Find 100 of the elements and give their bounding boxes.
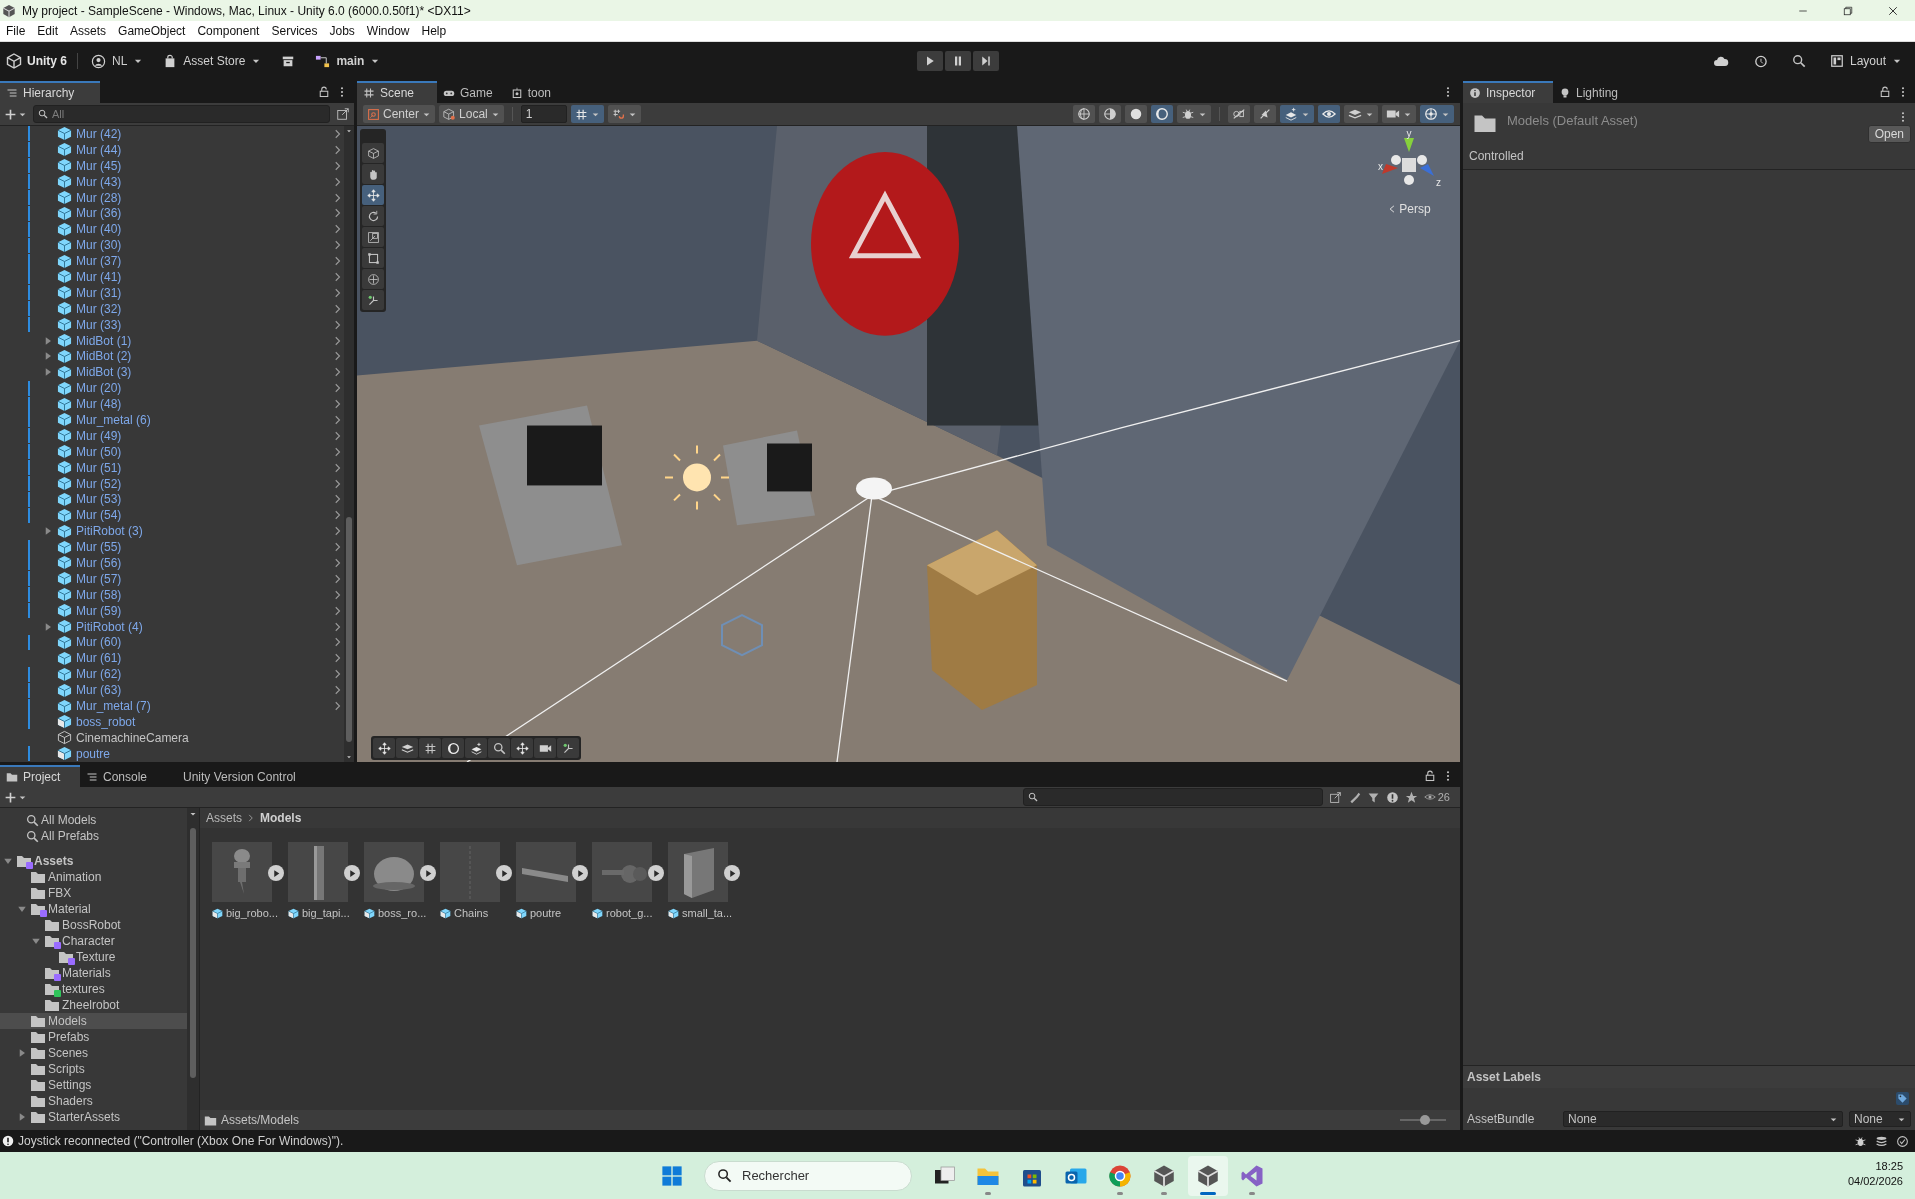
panel-tab[interactable]: Project [0,765,80,787]
asset-name[interactable]: big_robo... [226,907,278,919]
hierarchy-item[interactable]: Mur (55) [0,539,344,556]
layout-button[interactable]: Layout [1822,51,1909,71]
hierarchy-item[interactable]: Mur (32) [0,300,344,317]
hierarchy-item[interactable]: Mur (20) [0,380,344,397]
panel-tab[interactable]: Console [80,765,160,787]
hierarchy-item[interactable]: Mur_metal (7) [0,698,344,714]
search-field[interactable]: All [33,105,330,123]
variant-dropdown[interactable]: None [1849,1111,1911,1127]
folder-row[interactable]: textures [0,981,187,997]
menu-item[interactable]: Edit [31,24,65,38]
folder-row[interactable]: Models [0,1013,187,1029]
asset-bundle-dropdown[interactable]: None [1563,1111,1843,1127]
pivot-dropdown[interactable]: Center [363,105,436,123]
hierarchy-item[interactable]: Mur (50) [0,443,344,460]
breadcrumb-link[interactable]: Assets [206,811,242,825]
folder-row[interactable]: Scripts [0,1061,187,1077]
folder-row[interactable]: Character [0,933,187,949]
hierarchy-item[interactable]: Mur (37) [0,253,344,269]
hierarchy-item[interactable]: Mur (45) [0,157,344,174]
menu-item[interactable]: File [0,24,32,38]
menu-item[interactable]: Assets [64,24,113,38]
hierarchy-item[interactable]: MidBot (2) [0,348,344,365]
folder-row[interactable]: Shaders [0,1093,187,1109]
asset-name[interactable]: Chains [454,907,489,919]
hierarchy-item[interactable]: MidBot (1) [0,332,344,349]
panel-tab[interactable]: Inspector [1463,81,1553,103]
asset-store-button[interactable]: Asset Store [156,51,269,71]
hierarchy-item[interactable]: Mur (51) [0,459,344,476]
asset-name[interactable]: small_ta... [682,907,733,919]
hierarchy-item[interactable]: Mur (41) [0,269,344,285]
folder-row[interactable]: Texture [0,949,187,965]
hierarchy-item[interactable]: Mur (54) [0,507,344,524]
menu-item[interactable]: Component [191,24,266,38]
hierarchy-item[interactable]: boss_robot [0,713,344,730]
account-button[interactable]: NL [84,50,151,72]
panel-tab[interactable]: Hierarchy [0,81,100,103]
folder-row[interactable]: Zheelrobot [0,997,187,1013]
status-message[interactable]: Joystick reconnected ("Controller (Xbox One For Windows)"). [18,1134,1850,1148]
folder-row[interactable]: StarterAssets [0,1109,187,1125]
asset-name[interactable]: poutre [530,907,562,919]
hierarchy-item[interactable]: Mur (60) [0,634,344,651]
folder-row[interactable]: Scenes [0,1045,187,1061]
hierarchy-item[interactable]: CinemachineCamera [0,729,344,746]
hierarchy-item[interactable]: Mur (61) [0,650,344,667]
folder-row[interactable]: Material [0,901,187,917]
hierarchy-item[interactable]: Mur (44) [0,141,344,158]
breadcrumb-link[interactable]: Models [260,811,302,825]
panel-tab[interactable]: Scene [357,81,437,103]
menu-item[interactable]: Services [265,24,324,38]
hierarchy-item[interactable]: Mur (36) [0,205,344,222]
taskbar-search-field[interactable]: Rechercher [704,1160,912,1191]
menu-item[interactable]: Jobs [323,24,361,38]
folder-row[interactable]: BossRobot [0,917,187,933]
hierarchy-item[interactable]: Mur (40) [0,221,344,238]
folder-row[interactable]: Animation [0,869,187,885]
hierarchy-item[interactable]: Mur (48) [0,396,344,413]
hierarchy-item[interactable]: Mur (52) [0,475,344,492]
folder-row[interactable]: Assets [0,853,187,869]
panel-tab[interactable]: Game [437,81,505,103]
hierarchy-item[interactable]: Mur (63) [0,682,344,699]
saved-search[interactable]: All Models [0,812,187,828]
hierarchy-item[interactable]: poutre [0,745,344,762]
hierarchy-item[interactable]: Mur (53) [0,491,344,508]
hierarchy-item[interactable]: Mur (28) [0,189,344,206]
saved-search[interactable]: All Prefabs [0,828,187,844]
hierarchy-item[interactable]: Mur (62) [0,666,344,683]
hierarchy-item[interactable]: Mur_metal (6) [0,412,344,428]
folder-row[interactable]: Settings [0,1077,187,1093]
panel-tab[interactable]: Lighting [1553,81,1643,103]
hierarchy-item[interactable]: Mur (30) [0,237,344,254]
panel-tab[interactable]: toon [504,81,564,103]
open-button[interactable]: Open [1867,125,1911,143]
hierarchy-item[interactable]: Mur (42) [0,126,344,142]
grid-size-field[interactable]: 1 [520,105,567,123]
space-dropdown[interactable]: Local [439,105,504,123]
hierarchy-item[interactable]: Mur (49) [0,427,344,444]
hierarchy-item[interactable]: PitiRobot (4) [0,618,344,635]
hierarchy-item[interactable]: Mur (43) [0,173,344,190]
asset-name[interactable]: boss_ro... [378,907,427,919]
projection-toggle[interactable]: Persp [1387,202,1431,216]
branch-button[interactable]: main [308,50,388,72]
menu-item[interactable]: Help [415,24,453,38]
folder-row[interactable]: FBX [0,885,187,901]
asset-name[interactable]: robot_g... [606,907,653,919]
hierarchy-item[interactable]: MidBot (3) [0,364,344,381]
panel-tab[interactable]: Unity Version Control [159,765,308,787]
hierarchy-item[interactable]: Mur (56) [0,555,344,571]
orientation-gizmo[interactable]: y x z [1374,130,1444,200]
folder-row[interactable]: Prefabs [0,1029,187,1045]
hierarchy-item[interactable]: Mur (57) [0,570,344,587]
hierarchy-item[interactable]: Mur (58) [0,586,344,603]
menu-item[interactable]: GameObject [112,24,192,38]
hierarchy-item[interactable]: Mur (33) [0,316,344,333]
asset-name[interactable]: big_tapi... [302,907,350,919]
hierarchy-item[interactable]: PitiRobot (3) [0,523,344,540]
hierarchy-item[interactable]: Mur (59) [0,602,344,619]
folder-row[interactable]: Materials [0,965,187,981]
menu-item[interactable]: Window [360,24,416,38]
